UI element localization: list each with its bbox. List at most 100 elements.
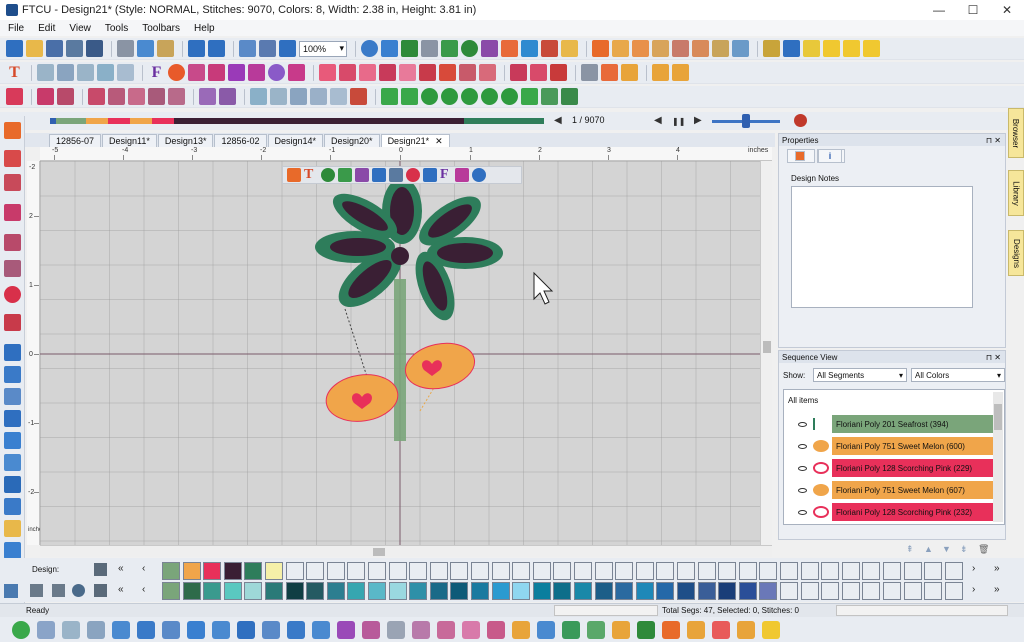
design-color-swatch[interactable] — [491, 562, 510, 580]
frame-corner-icon[interactable] — [439, 64, 456, 81]
prev-button[interactable]: ◀ — [654, 115, 662, 126]
delete-icon[interactable]: 🗑 — [978, 544, 994, 555]
thread-color-swatch[interactable] — [697, 582, 716, 600]
name-badge-icon[interactable] — [268, 64, 285, 81]
visibility-eye-icon[interactable] — [798, 509, 807, 515]
thread-color-swatch[interactable] — [841, 582, 860, 600]
design-color-swatch[interactable] — [471, 562, 489, 580]
circle-pattern-icon[interactable] — [117, 64, 134, 81]
table-view-icon[interactable] — [4, 454, 21, 471]
expand-icon[interactable] — [310, 88, 327, 105]
frame-shape-icon[interactable] — [359, 64, 376, 81]
align-icon[interactable] — [541, 88, 558, 105]
design-color-swatch[interactable] — [162, 562, 180, 580]
brush-icon[interactable] — [541, 40, 558, 57]
globe-icon[interactable] — [321, 168, 335, 182]
hand-icon[interactable] — [601, 64, 618, 81]
thread-color-swatch[interactable] — [368, 582, 386, 600]
frame-red-icon[interactable] — [419, 64, 436, 81]
step-back-button[interactable]: ◀ — [554, 115, 562, 126]
stitch-pattern-icon[interactable] — [350, 88, 367, 105]
side-tab-designs[interactable]: Designs — [1008, 230, 1024, 276]
thread-color-swatch[interactable] — [182, 582, 201, 600]
lock-icon[interactable] — [621, 64, 638, 81]
thread-color-swatch[interactable] — [574, 582, 592, 600]
satin-stitch-icon[interactable] — [637, 620, 655, 639]
design-color-swatch[interactable] — [862, 562, 881, 580]
thread-color-swatch[interactable] — [471, 582, 489, 600]
star-stitch-icon[interactable] — [362, 620, 380, 639]
thread-color-swatch[interactable] — [944, 582, 963, 600]
design-canvas[interactable] — [40, 161, 760, 545]
star-stitch-icon[interactable] — [412, 620, 430, 639]
palette-first-icon[interactable]: « — [118, 563, 124, 574]
layer-arrow-icon[interactable] — [219, 88, 236, 105]
view-eye-icon[interactable] — [401, 40, 418, 57]
design-color-swatch[interactable] — [800, 562, 819, 580]
wand-icon[interactable] — [612, 40, 629, 57]
zoom-icon[interactable] — [4, 286, 21, 303]
tab-design20[interactable]: Design20* — [324, 134, 380, 147]
key-icon[interactable] — [823, 40, 840, 57]
design-color-swatch[interactable] — [306, 562, 325, 580]
design-color-swatch[interactable] — [780, 562, 798, 580]
arc-stitch-icon[interactable] — [287, 620, 305, 639]
cross-arrow-icon[interactable] — [290, 88, 307, 105]
palette-table-icon[interactable] — [52, 584, 65, 597]
arc-stitch-icon[interactable] — [237, 620, 255, 639]
design-color-swatch[interactable] — [409, 562, 428, 580]
thread-color-swatch[interactable] — [821, 582, 840, 600]
flourish-icon[interactable] — [288, 64, 305, 81]
play-button[interactable]: ▶ — [694, 115, 702, 126]
design-color-swatch[interactable] — [697, 562, 716, 580]
thread-color-swatch[interactable] — [759, 582, 778, 600]
grid-pattern-icon[interactable] — [57, 64, 74, 81]
paste-icon[interactable] — [157, 40, 174, 57]
design-color-swatch[interactable] — [368, 562, 386, 580]
fill-stitch-icon[interactable] — [537, 620, 555, 639]
pencil-icon[interactable] — [441, 40, 458, 57]
menu-view[interactable]: View — [69, 23, 91, 34]
flip-h-icon[interactable] — [381, 88, 398, 105]
shape-stitch-icon[interactable] — [762, 620, 780, 639]
design-color-swatch[interactable] — [738, 562, 757, 580]
design-color-swatch[interactable] — [182, 562, 201, 580]
thread-color-swatch[interactable] — [223, 582, 242, 600]
menu-edit[interactable]: Edit — [38, 23, 55, 34]
thread-color-swatch[interactable] — [203, 582, 222, 600]
gradient-icon[interactable] — [248, 64, 265, 81]
target-icon[interactable] — [4, 388, 21, 405]
frame-split-icon[interactable] — [479, 64, 496, 81]
thread-color-swatch[interactable] — [244, 582, 263, 600]
arc-stitch-icon[interactable] — [137, 620, 155, 639]
design-color-swatch[interactable] — [203, 562, 222, 580]
thread-color-swatch[interactable] — [409, 582, 428, 600]
frame-star-icon[interactable] — [339, 64, 356, 81]
brush-tool-icon[interactable] — [4, 366, 21, 383]
menu-toolbars[interactable]: Toolbars — [142, 23, 180, 34]
grid-select-icon[interactable] — [250, 88, 267, 105]
fabric-icon[interactable] — [712, 40, 729, 57]
arc-stitch-icon[interactable] — [62, 620, 80, 639]
package-icon[interactable] — [561, 40, 578, 57]
design-notes-input[interactable] — [791, 186, 973, 308]
thread-color-swatch[interactable] — [594, 582, 613, 600]
arc-stitch-icon[interactable] — [187, 620, 205, 639]
fill-bucket-icon[interactable] — [521, 40, 538, 57]
thread-color-swatch[interactable] — [800, 582, 819, 600]
tab-info[interactable]: i — [817, 149, 845, 163]
menu-file[interactable]: File — [8, 23, 24, 34]
running-stitch-icon[interactable] — [12, 620, 30, 639]
arc-stitch-icon[interactable] — [37, 620, 55, 639]
sparkle-icon[interactable] — [632, 40, 649, 57]
undo-icon[interactable] — [188, 40, 205, 57]
palette-last-icon[interactable]: » — [994, 563, 1000, 574]
design-color-swatch[interactable] — [223, 562, 242, 580]
design-color-swatch[interactable] — [656, 562, 675, 580]
palette-next-icon[interactable]: › — [972, 563, 975, 574]
text-tool-icon[interactable]: T — [6, 64, 23, 81]
satin-stitch-icon[interactable] — [612, 620, 630, 639]
redo-icon[interactable] — [208, 40, 225, 57]
stipple-icon[interactable] — [672, 40, 689, 57]
fill-icon[interactable] — [4, 410, 21, 427]
